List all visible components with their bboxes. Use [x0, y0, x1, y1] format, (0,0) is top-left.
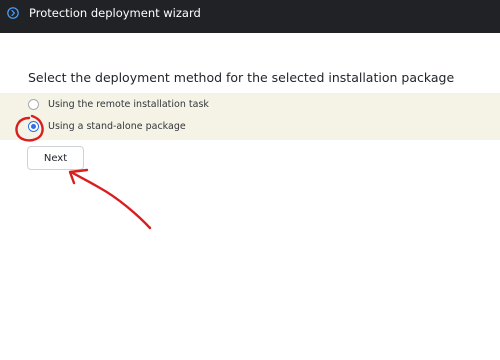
- chevron-right-circle-icon: [7, 7, 19, 19]
- radio-button-checked[interactable]: [28, 121, 39, 132]
- radio-button-unchecked[interactable]: [28, 99, 39, 110]
- next-button[interactable]: Next: [27, 146, 84, 170]
- option-label: Using a stand-alone package: [48, 121, 186, 132]
- title-bar: Protection deployment wizard: [0, 0, 500, 33]
- annotation-arrow-shaft: [69, 170, 152, 230]
- wizard-page: Protection deployment wizard Select the …: [0, 0, 500, 360]
- annotation-arrow-head: [68, 168, 89, 185]
- red-pen-annotation: [15, 114, 152, 230]
- page-heading: Select the deployment method for the sel…: [28, 70, 455, 85]
- option-label: Using the remote installation task: [48, 99, 209, 110]
- window-title: Protection deployment wizard: [29, 6, 201, 20]
